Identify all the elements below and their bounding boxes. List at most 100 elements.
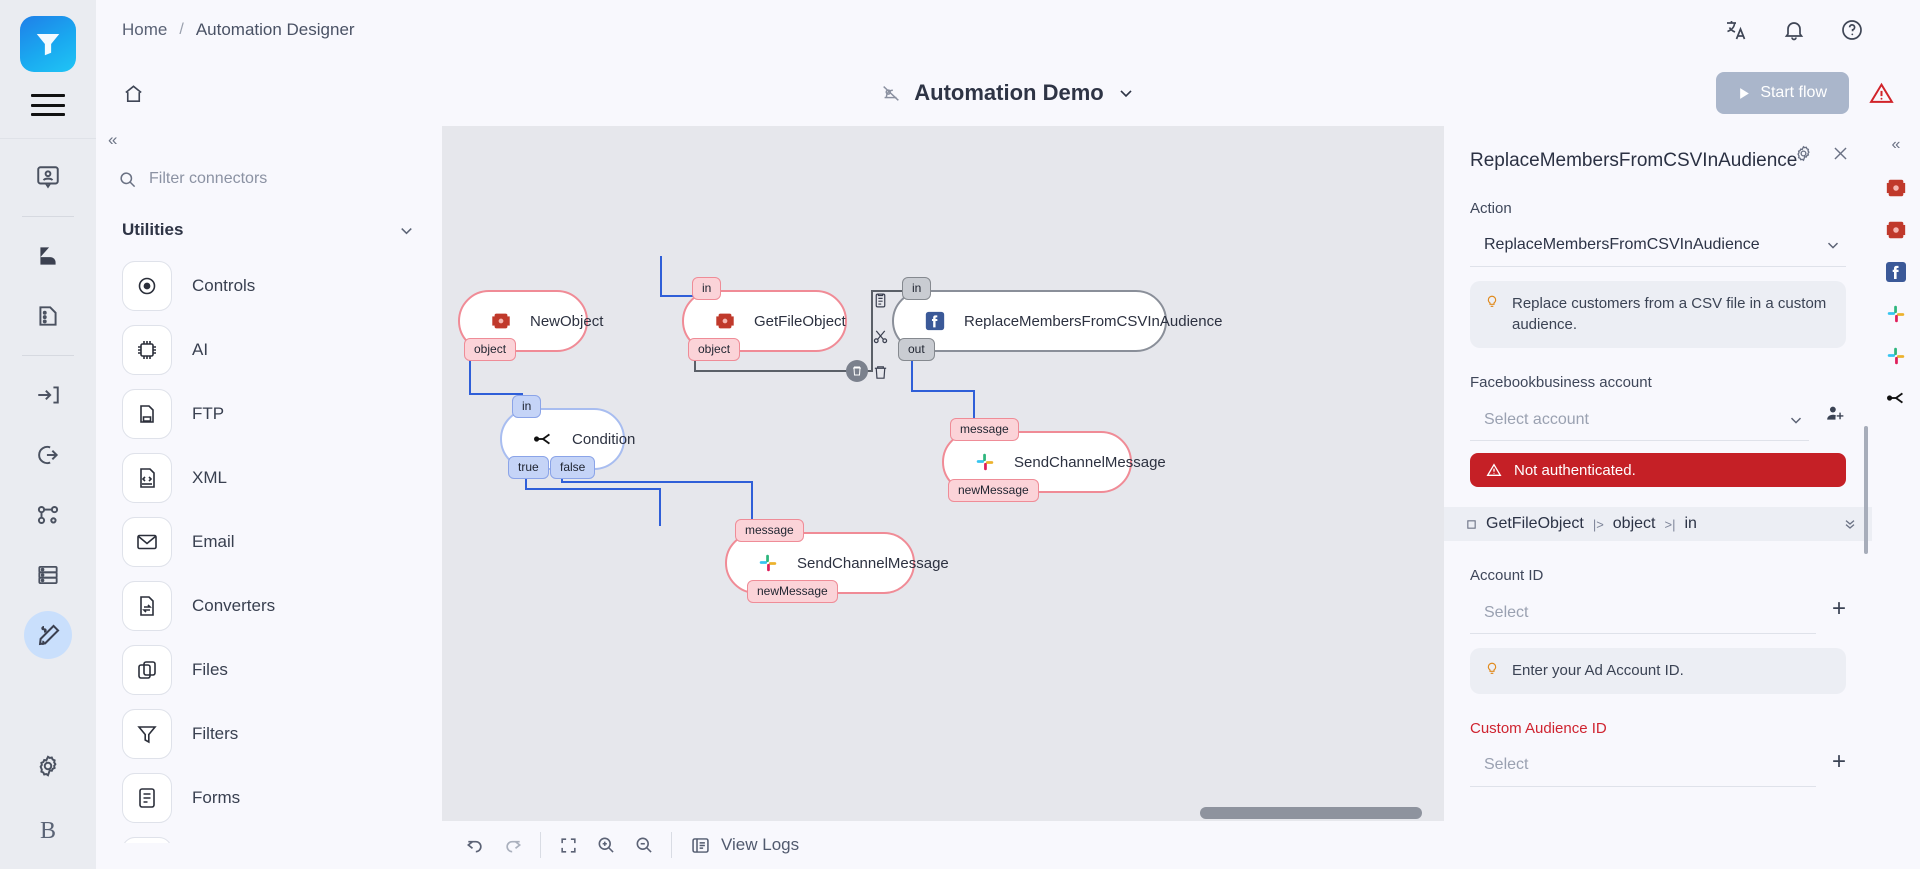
copy-icon[interactable] bbox=[872, 292, 889, 314]
sidebar-item-import[interactable] bbox=[24, 371, 72, 419]
double-chevron-left-icon[interactable]: « bbox=[1892, 136, 1901, 154]
port-false[interactable]: false bbox=[550, 456, 595, 479]
connector-item-filters[interactable]: Filters bbox=[96, 702, 442, 766]
zoom-out-button[interactable] bbox=[625, 826, 663, 864]
strip-item-connector-slack-2[interactable] bbox=[1882, 342, 1910, 370]
connector-item-email[interactable]: Email bbox=[96, 510, 442, 574]
node-newobject[interactable]: NewObject object bbox=[458, 290, 588, 352]
toolbar-divider-1 bbox=[540, 832, 541, 858]
sidebar-item-automation-designer[interactable] bbox=[24, 611, 72, 659]
scissors-icon[interactable] bbox=[872, 328, 889, 350]
node-condition[interactable]: Condition in true false bbox=[500, 408, 625, 470]
strip-item-connector-red-2[interactable] bbox=[1882, 216, 1910, 244]
view-logs-button[interactable]: View Logs bbox=[690, 835, 799, 856]
sidebar-item-export[interactable] bbox=[24, 431, 72, 479]
node-sendchannelmessage-right[interactable]: SendChannelMessage message newMessage bbox=[942, 431, 1132, 493]
connector-item-converters[interactable]: Converters bbox=[96, 574, 442, 638]
port-object[interactable]: object bbox=[688, 338, 740, 361]
add-user-icon bbox=[1825, 403, 1846, 424]
port-out[interactable]: out bbox=[898, 338, 935, 361]
help-button[interactable] bbox=[1840, 18, 1864, 42]
action-select[interactable]: ReplaceMembersFromCSVInAudience bbox=[1470, 225, 1846, 267]
chevron-down-icon[interactable] bbox=[1116, 83, 1136, 103]
properties-header: ReplaceMembersFromCSVInAudience bbox=[1444, 126, 1872, 174]
connector-group-header[interactable]: Utilities bbox=[96, 198, 442, 250]
account-select[interactable]: Select account bbox=[1470, 399, 1809, 441]
connector-item-controls[interactable]: Controls bbox=[96, 254, 442, 318]
account-id-select[interactable]: Select bbox=[1470, 592, 1816, 634]
notifications-button[interactable] bbox=[1782, 18, 1806, 42]
redo-button[interactable] bbox=[494, 826, 532, 864]
chevron-down-icon[interactable] bbox=[1824, 236, 1842, 254]
app-logo[interactable] bbox=[20, 16, 76, 72]
edge-delete-button[interactable] bbox=[846, 360, 868, 382]
start-flow-button[interactable]: Start flow bbox=[1716, 72, 1849, 114]
flow-disabled-icon bbox=[880, 82, 902, 104]
port-in[interactable]: in bbox=[902, 277, 931, 300]
connector-item-http[interactable]: HTTP bbox=[96, 830, 442, 843]
connector-item-forms[interactable]: Forms bbox=[96, 766, 442, 830]
connector-item-label: Files bbox=[192, 660, 228, 680]
custom-audience-add-button[interactable]: + bbox=[1832, 750, 1846, 774]
sidebar-item-contacts[interactable] bbox=[24, 153, 72, 201]
node-sendchannelmessage-bottom[interactable]: SendChannelMessage message newMessage bbox=[725, 532, 915, 594]
strip-item-connector-red-1[interactable] bbox=[1882, 174, 1910, 202]
canvas-home-button[interactable] bbox=[122, 82, 145, 105]
branch-glyph bbox=[532, 428, 554, 450]
account-id-add-button[interactable]: + bbox=[1832, 597, 1846, 621]
node-label: ReplaceMembersFromCSVInAudience bbox=[964, 313, 1222, 330]
port-message[interactable]: message bbox=[950, 418, 1019, 441]
breadcrumb-home[interactable]: Home bbox=[122, 20, 167, 40]
flow-warning-button[interactable] bbox=[1869, 81, 1894, 106]
copy-files-icon bbox=[122, 645, 172, 695]
connector-item-files[interactable]: Files bbox=[96, 638, 442, 702]
envelope-icon bbox=[122, 517, 172, 567]
double-chevron-left-icon[interactable]: « bbox=[108, 131, 117, 148]
strip-item-connector-slack-1[interactable] bbox=[1882, 300, 1910, 328]
page-title[interactable]: Automation Demo bbox=[914, 80, 1103, 106]
properties-close-button[interactable] bbox=[1831, 144, 1850, 168]
flow-title-group: Automation Demo bbox=[96, 80, 1920, 106]
port-in[interactable]: in bbox=[692, 277, 721, 300]
custom-audience-select[interactable]: Select bbox=[1470, 745, 1816, 787]
trash-icon[interactable] bbox=[872, 364, 889, 386]
zoom-out-icon bbox=[634, 835, 654, 855]
strip-item-connector-branch[interactable] bbox=[1882, 384, 1910, 412]
properties-scrollbar[interactable] bbox=[1864, 426, 1868, 554]
port-in[interactable]: in bbox=[512, 395, 541, 418]
port-newmessage[interactable]: newMessage bbox=[747, 580, 838, 603]
connector-item-ftp[interactable]: FTP bbox=[96, 382, 442, 446]
canvas-horizontal-scrollbar[interactable] bbox=[1200, 807, 1422, 819]
add-account-button[interactable] bbox=[1825, 403, 1846, 429]
chevron-down-icon[interactable] bbox=[1787, 411, 1805, 429]
hamburger-menu-icon[interactable] bbox=[31, 94, 65, 116]
connector-item-ai[interactable]: AI bbox=[96, 318, 442, 382]
sidebar-item-documents[interactable] bbox=[24, 292, 72, 340]
language-button[interactable] bbox=[1724, 18, 1748, 42]
port-true[interactable]: true bbox=[508, 456, 549, 479]
undo-button[interactable] bbox=[456, 826, 494, 864]
filter-connectors-input[interactable] bbox=[149, 170, 399, 188]
context-breadcrumb[interactable]: GetFileObject |> object >| in bbox=[1444, 507, 1872, 541]
breadcrumb-current[interactable]: Automation Designer bbox=[196, 20, 355, 40]
settings-button[interactable] bbox=[24, 742, 72, 790]
port-newmessage[interactable]: newMessage bbox=[948, 479, 1039, 502]
node-replacemembers[interactable]: ReplaceMembersFromCSVInAudience in out bbox=[892, 290, 1167, 352]
connector-item-xml[interactable]: XML bbox=[96, 446, 442, 510]
node-getfileobject[interactable]: GetFileObject in object bbox=[682, 290, 847, 352]
double-chevron-down-icon[interactable] bbox=[1842, 516, 1858, 532]
account-avatar[interactable]: B bbox=[40, 818, 56, 845]
box-red-glyph bbox=[714, 310, 736, 332]
action-label: Action bbox=[1470, 200, 1846, 217]
sidebar-item-workflows[interactable] bbox=[24, 491, 72, 539]
zoom-in-button[interactable] bbox=[587, 826, 625, 864]
chevron-down-icon[interactable] bbox=[397, 221, 416, 240]
strip-item-connector-facebook[interactable] bbox=[1882, 258, 1910, 286]
sidebar-item-klamp[interactable] bbox=[24, 232, 72, 280]
port-object[interactable]: object bbox=[464, 338, 516, 361]
box-red-icon bbox=[488, 308, 514, 334]
properties-settings-button[interactable] bbox=[1794, 144, 1813, 168]
fit-screen-button[interactable] bbox=[549, 826, 587, 864]
sidebar-item-database[interactable] bbox=[24, 551, 72, 599]
port-message[interactable]: message bbox=[735, 519, 804, 542]
